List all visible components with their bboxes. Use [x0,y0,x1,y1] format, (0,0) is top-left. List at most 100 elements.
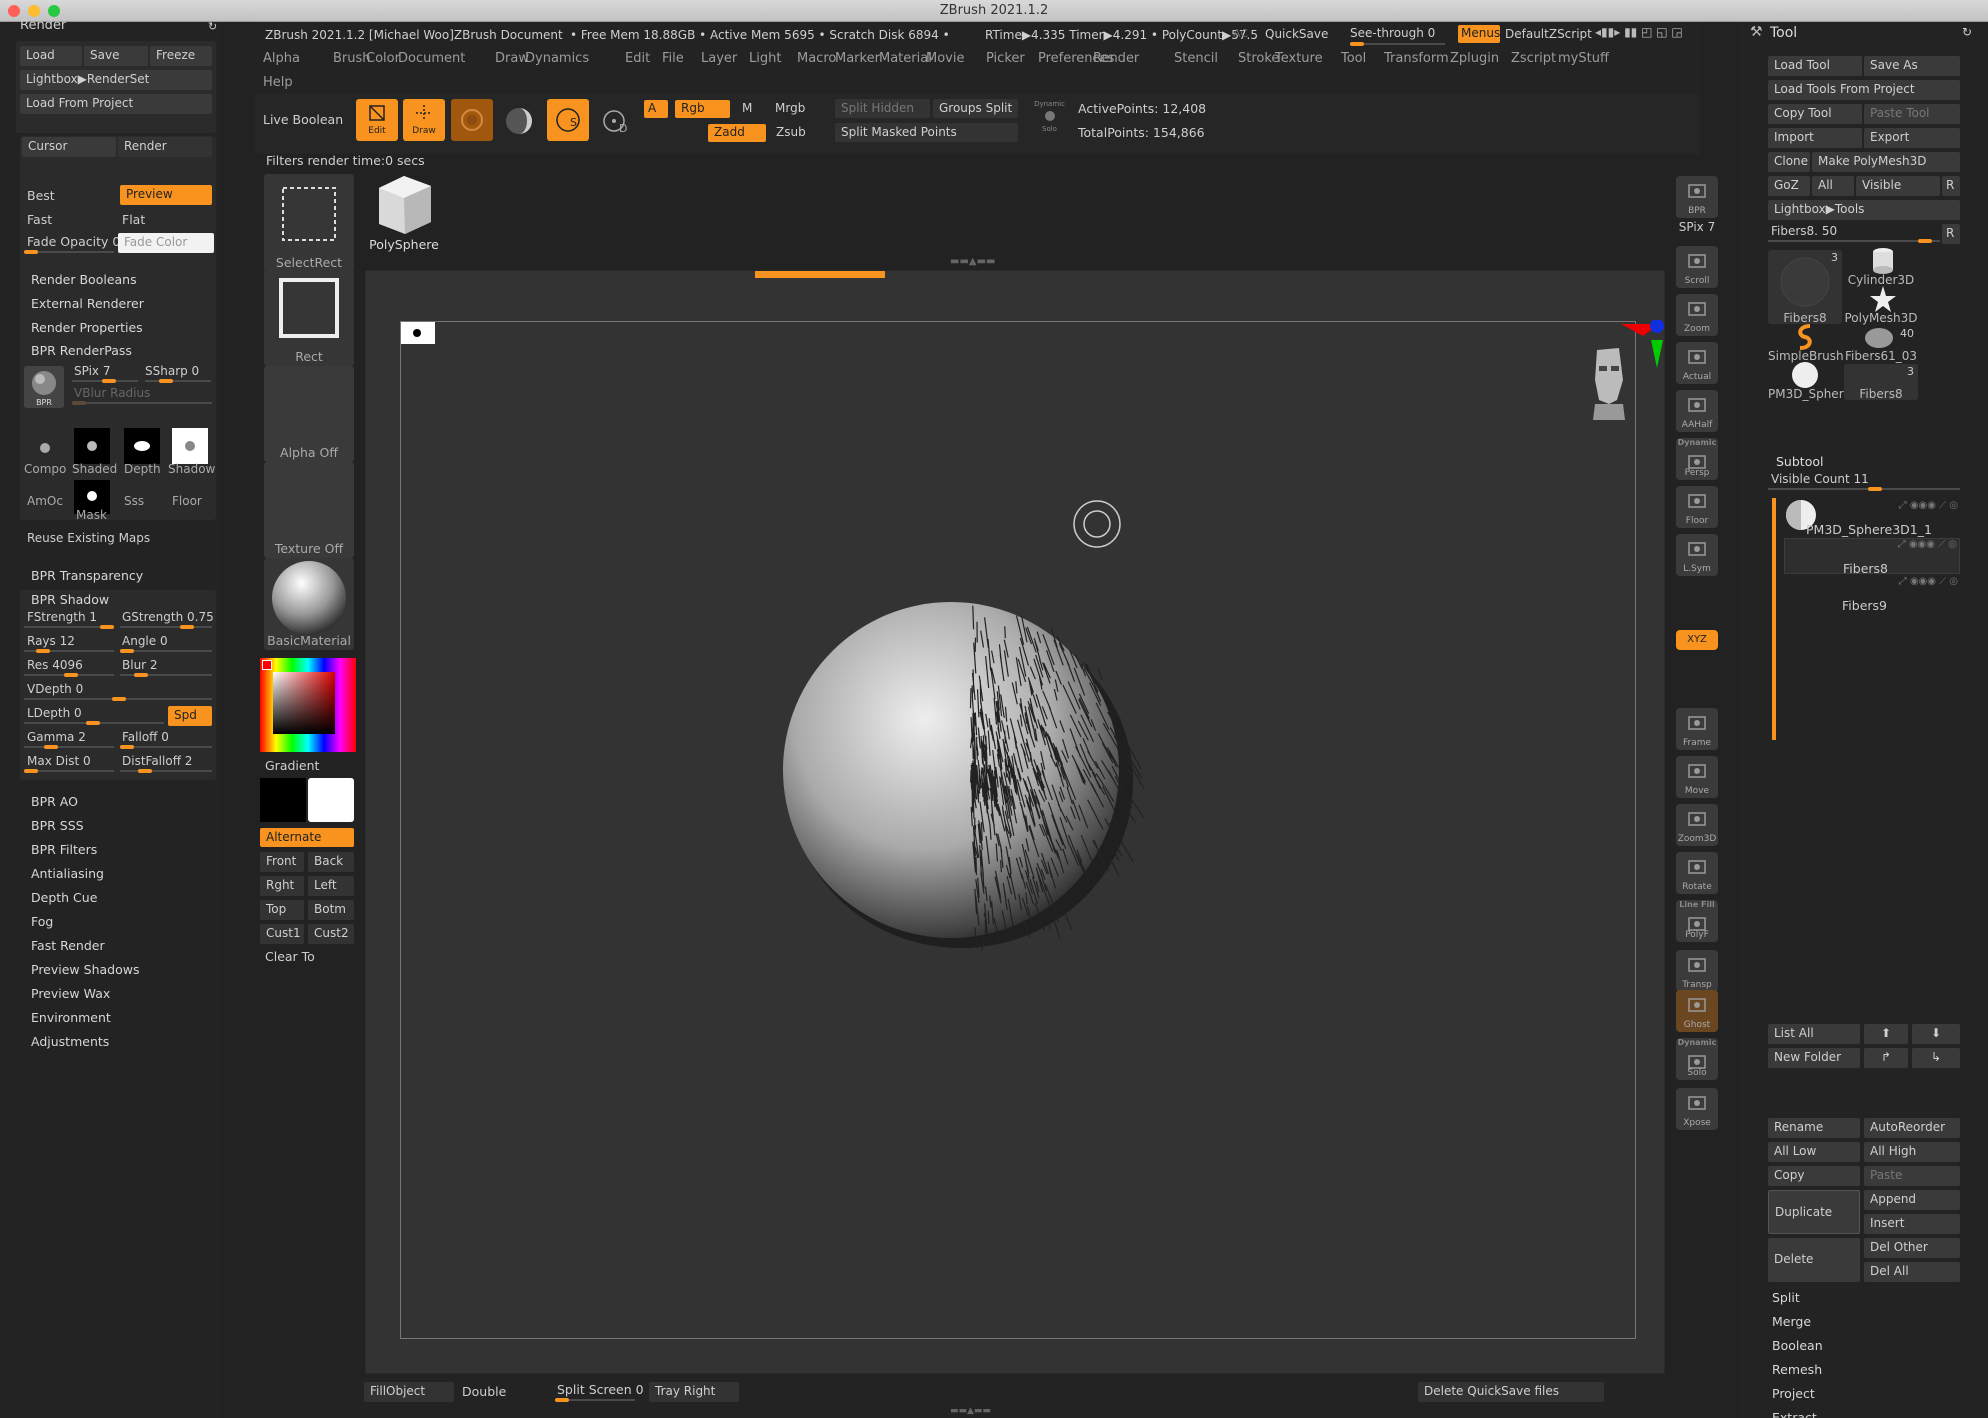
rays-slider[interactable]: Rays 12 [27,634,75,648]
zadd-toggle[interactable]: Zadd [708,124,766,142]
shelf-transp[interactable]: Transp [1676,950,1718,992]
bottom-tray-handle[interactable]: ▬▬▲▬▬ [950,1406,991,1416]
menu-alpha[interactable]: Alpha [263,51,300,66]
goz-visible-button[interactable]: Visible [1856,176,1940,196]
layout-icon[interactable]: ◂▮▮▸ ▮▮ ◰ ◱ ◲ [1595,25,1683,39]
spix-slider[interactable]: SPix 7 [74,364,110,378]
goz-all-button[interactable]: All [1812,176,1854,196]
cursor-button[interactable]: Cursor [22,137,116,157]
texture-off-button[interactable]: Texture Off [264,462,354,558]
bottom-button[interactable]: Botm [308,900,354,920]
lightbox-tools-button[interactable]: Lightbox▶Tools [1768,200,1960,220]
menu-mystuff[interactable]: myStuff [1558,51,1609,66]
reuse-maps-toggle[interactable]: Reuse Existing Maps [27,531,150,545]
section-bpr-ao[interactable]: BPR AO [31,794,78,809]
tool-thumb-fibers61-03[interactable]: Fibers61_03 40 [1844,326,1918,363]
back-button[interactable]: Back [308,852,354,872]
fstrength-slider[interactable]: FStrength 1 [27,610,97,624]
all-low-button[interactable]: All Low [1768,1142,1860,1162]
section-boolean[interactable]: Boolean [1772,1338,1823,1353]
render-properties-section[interactable]: Render Properties [31,320,143,335]
append-button[interactable]: Append [1864,1190,1960,1210]
pass-sss[interactable]: Sss [124,494,144,508]
lightbox-renderset-button[interactable]: Lightbox▶RenderSet [20,70,212,90]
draw-button[interactable]: Draw [403,99,445,141]
secondary-color-swatch[interactable] [308,778,354,822]
autoreorder-button[interactable]: AutoReorder [1864,1118,1960,1138]
load-tools-from-project-button[interactable]: Load Tools From Project [1768,80,1960,100]
shelf-actual[interactable]: Actual [1676,342,1718,384]
tool-thumb-pm3d-sphere3[interactable]: PM3D_Sphere3 [1768,362,1858,401]
double-toggle[interactable]: Double [462,1384,506,1399]
mrgb-toggle[interactable]: Mrgb [775,101,805,115]
menu-edit[interactable]: Edit [625,51,650,66]
canvas-scroll-indicator[interactable] [755,271,885,278]
menu-zscript[interactable]: Zscript [1511,51,1556,66]
import-button[interactable]: Import [1768,128,1862,148]
menu-material[interactable]: Material [879,51,932,66]
bpr-button[interactable]: BPR [24,366,64,408]
shelf-bpr[interactable]: BPR [1676,176,1718,218]
bpr-transparency-section[interactable]: BPR Transparency [31,568,143,583]
menu-document[interactable]: Document [398,51,465,66]
ldepth-slider[interactable]: LDepth 0 [27,706,82,720]
section-fog[interactable]: Fog [31,914,53,929]
new-folder-button[interactable]: New Folder [1768,1048,1860,1068]
max-dist-slider[interactable]: Max Dist 0 [27,754,91,768]
alpha-off-button[interactable]: Alpha Off [264,366,354,462]
fade-color-swatch[interactable]: Fade Color [118,233,214,253]
pass-depth[interactable] [124,428,160,464]
export-button[interactable]: Export [1864,128,1960,148]
cust2-button[interactable]: Cust2 [308,924,354,944]
tool-thumb-simplebrush[interactable]: SimpleBrush [1768,324,1844,363]
move-up-icon[interactable]: ⬆ [1864,1024,1908,1044]
list-all-button[interactable]: List All [1768,1024,1860,1044]
menu-dynamics[interactable]: Dynamics [525,51,589,66]
fade-opacity-slider[interactable]: Fade Opacity 0 [27,234,120,249]
res-slider[interactable]: Res 4096 [27,658,83,672]
menu-macro[interactable]: Macro [797,51,836,66]
external-renderer-section[interactable]: External Renderer [31,296,144,311]
rect-stroke[interactable]: Rect [264,270,354,366]
fast-button[interactable]: Fast [27,212,52,227]
del-other-button[interactable]: Del Other [1864,1238,1960,1258]
save-render-button[interactable]: Save [84,46,148,66]
shelf-aahalf[interactable]: AAHalf [1676,390,1718,432]
subtool-item[interactable]: ⤢ ◉◉◉ ⟋ ◎ PM3D_Sphere3D1_1 [1784,500,1960,537]
subtool-item[interactable]: ⤢ ◉◉◉ ⟋ ◎ Fibers9 [1784,576,1960,613]
live-boolean-button[interactable]: Live Boolean [263,112,343,127]
menu-zplugin[interactable]: Zplugin [1450,51,1499,66]
goz-button[interactable]: GoZ [1768,176,1810,196]
menus-toggle[interactable]: Menus [1458,25,1500,43]
shelf-zoom[interactable]: Zoom [1676,294,1718,336]
right-button[interactable]: Rght [260,876,304,896]
shelf-move[interactable]: Move [1676,756,1718,798]
section-bpr-sss[interactable]: BPR SSS [31,818,84,833]
menu-light[interactable]: Light [749,51,781,66]
section-extract[interactable]: Extract [1772,1410,1817,1418]
all-high-button[interactable]: All High [1864,1142,1960,1162]
pass-shadow[interactable] [172,428,208,464]
zsub-mode-button[interactable]: D [595,101,635,141]
section-depth-cue[interactable]: Depth Cue [31,890,97,905]
tool-thumb-fibers8[interactable]: Fibers8 3 [1768,250,1842,325]
gstrength-slider[interactable]: GStrength 0.75 [122,610,214,624]
shelf-polyf[interactable]: Line Fill PolyF [1676,900,1718,942]
move-down-icon[interactable]: ⬇ [1912,1024,1960,1044]
front-button[interactable]: Front [260,852,304,872]
subtool-visibility-icon[interactable]: ⤢ ◉◉◉ ⟋ ◎ [1899,576,1958,587]
canvas-area[interactable] [365,270,1665,1374]
clone-button[interactable]: Clone [1768,152,1810,172]
load-tool-button[interactable]: Load Tool [1768,56,1862,76]
fibers-r-button[interactable]: R [1942,224,1960,244]
delete-button[interactable]: Delete [1768,1238,1860,1282]
section-remesh[interactable]: Remesh [1772,1362,1822,1377]
top-tray-handle[interactable]: ▬▬▲▬▬ [950,256,995,267]
shelf-ghost[interactable]: Ghost [1676,990,1718,1032]
preview-button[interactable]: Preview [120,185,212,205]
section-preview-shadows[interactable]: Preview Shadows [31,962,139,977]
shelf-l-sym[interactable]: L.Sym [1676,534,1718,576]
copy-subtool-button[interactable]: Copy [1768,1166,1860,1186]
main-color-swatch[interactable] [260,778,306,822]
flat-button[interactable]: Flat [122,212,145,227]
